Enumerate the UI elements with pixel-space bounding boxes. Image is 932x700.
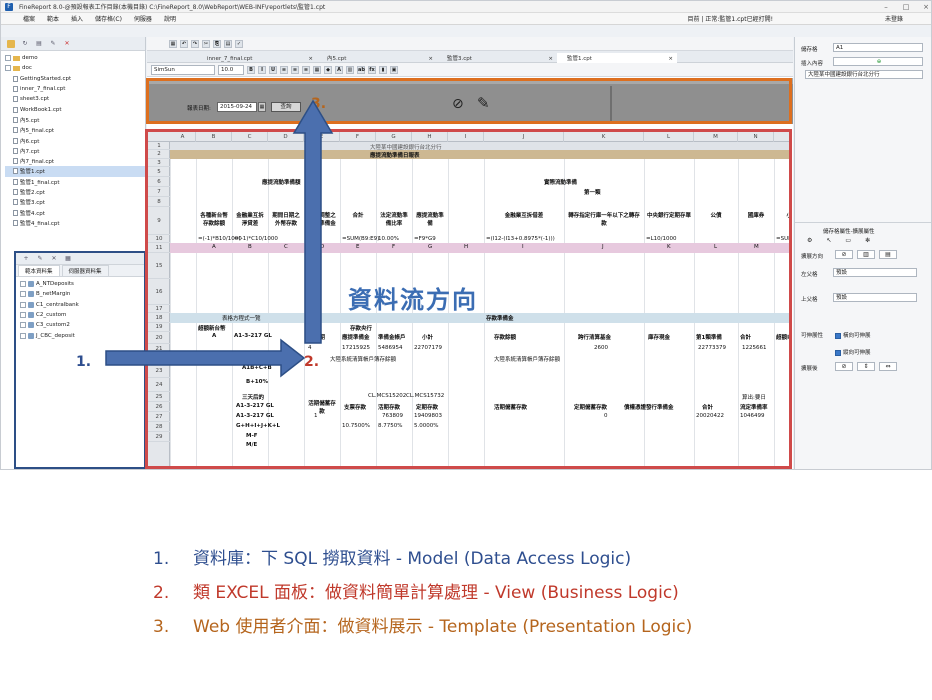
designer-window: F FineReport 8.0-@預設報表工作目錄(本機目錄) C:\Fine…	[0, 0, 932, 470]
arrow-2-to-3	[292, 99, 334, 344]
legend-text: 資料庫：下 SQL 撈取資料 - Model (Data Access Logi…	[193, 549, 632, 569]
legend-text: 類 EXCEL 面板：做資料簡單計算處理 - View (Business Lo…	[193, 583, 679, 603]
legend-list: 1. 資料庫：下 SQL 撈取資料 - Model (Data Access Lo…	[0, 470, 932, 700]
annotation-1: 1.	[76, 354, 92, 370]
legend-item-3: 3. Web 使用者介面：做資料展示 - Template (Presentati…	[153, 612, 692, 637]
arrow-1-to-2	[105, 338, 306, 378]
legend-item-1: 1. 資料庫：下 SQL 撈取資料 - Model (Data Access Lo…	[153, 544, 631, 569]
annotation-2: 2.	[304, 354, 320, 370]
flow-arrows	[105, 99, 334, 378]
legend-num: 1.	[153, 549, 170, 569]
legend-num: 2.	[153, 583, 170, 603]
legend-num: 3.	[153, 617, 170, 637]
legend-text: Web 使用者介面：做資料展示 - Template (Presentation…	[193, 617, 693, 637]
legend-item-2: 2. 類 EXCEL 面板：做資料簡單計算處理 - View (Business …	[153, 578, 679, 603]
